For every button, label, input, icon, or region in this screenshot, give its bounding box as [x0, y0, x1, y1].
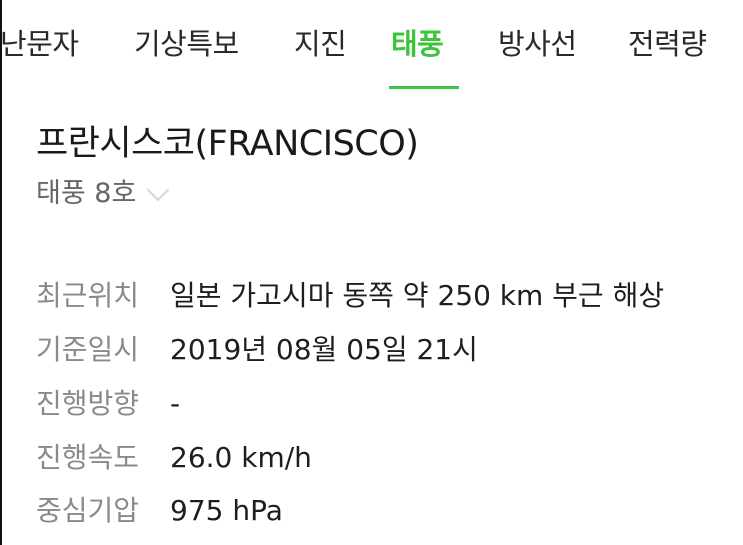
info-row-pressure: 중심기압 975 hPa — [36, 491, 283, 531]
info-label: 중심기압 — [36, 494, 140, 527]
info-row-speed: 진행속도 26.0 km/h — [36, 438, 312, 478]
info-value: 975 hPa — [170, 494, 283, 527]
info-label: 기준일시 — [36, 333, 140, 366]
info-value: 26.0 km/h — [170, 441, 312, 474]
typhoon-name: 프란시스코(FRANCISCO) — [36, 124, 419, 164]
info-row-direction: 진행방향 - — [36, 384, 180, 424]
info-label: 진행속도 — [36, 441, 140, 474]
typhoon-number: 태풍 8호 — [36, 178, 137, 209]
tab-weather-warning[interactable]: 기상특보 — [134, 22, 239, 66]
info-value: 일본 가고시마 동쪽 약 250 km 부근 해상 — [170, 279, 665, 312]
info-label: 최근위치 — [36, 279, 140, 312]
tab-disaster-message[interactable]: 난문자 — [0, 22, 79, 66]
tab-earthquake[interactable]: 지진 — [294, 22, 347, 66]
info-value: - — [170, 387, 181, 420]
info-row-reference-time: 기준일시 2019년 08월 05일 21시 — [36, 330, 478, 370]
info-value: 2019년 08월 05일 21시 — [170, 333, 478, 366]
info-row-location: 최근위치 일본 가고시마 동쪽 약 250 km 부근 해상 — [36, 276, 664, 316]
category-tab-bar: 난문자 기상특보 지진 태풍 방사선 전력량 — [0, 0, 743, 92]
tab-radiation[interactable]: 방사선 — [498, 22, 577, 66]
tab-power-usage[interactable]: 전력량 — [628, 22, 707, 66]
active-tab-indicator — [389, 86, 459, 89]
chevron-down-icon — [146, 178, 170, 202]
info-label: 진행방향 — [36, 387, 140, 420]
tab-typhoon[interactable]: 태풍 — [391, 22, 444, 66]
typhoon-number-selector[interactable]: 태풍 8호 — [36, 174, 170, 214]
